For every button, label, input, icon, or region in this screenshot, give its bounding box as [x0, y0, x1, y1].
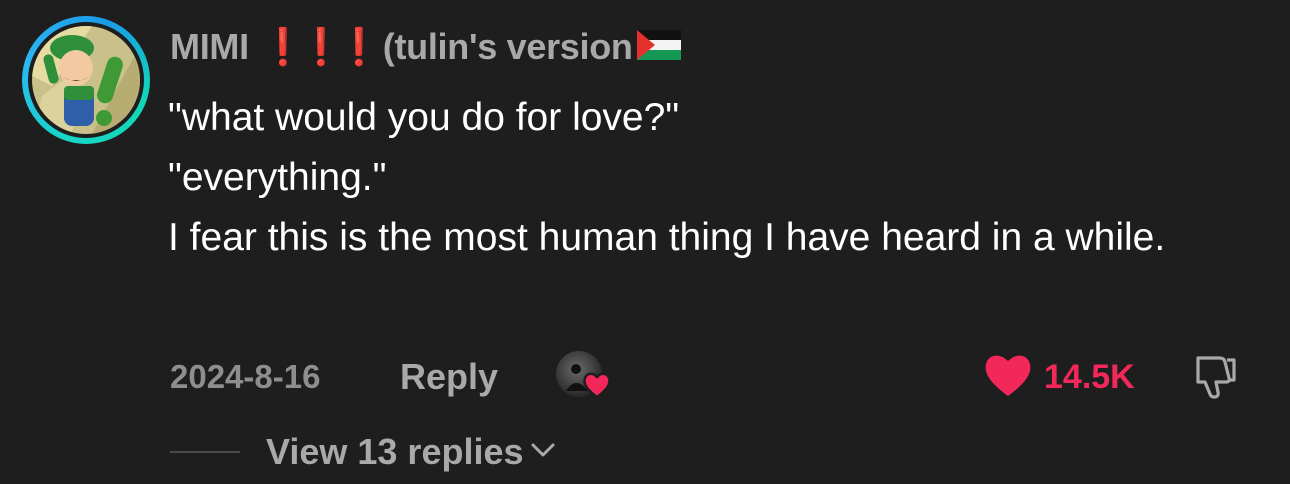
username-row: MIMI ❗ ❗ ❗ (tulin's version — [170, 24, 681, 70]
palestine-flag-icon — [636, 29, 681, 65]
exclamation-icon: ❗ — [260, 26, 306, 67]
chevron-down-icon[interactable] — [530, 441, 556, 464]
avatar-image — [32, 26, 140, 134]
author-avatar[interactable] — [22, 16, 150, 144]
comment-text: "what would you do for love?" "everythin… — [168, 88, 1268, 268]
username-suffix: (tulin's version — [382, 26, 633, 67]
creator-liked-badge — [556, 351, 616, 401]
comment-line: "what would you do for love?" — [168, 96, 680, 139]
avatar-gap — [28, 22, 144, 138]
replies-divider — [170, 451, 240, 453]
comment-date: 2024-8-16 — [170, 358, 321, 395]
heart-icon — [982, 352, 1034, 403]
view-replies-button[interactable]: View 13 replies — [266, 431, 524, 473]
exclamation-icon: ❗ — [298, 26, 344, 67]
view-replies-row: View 13 replies — [170, 426, 556, 478]
reply-button[interactable]: Reply — [400, 356, 498, 398]
comment-line: I fear this is the most human thing I ha… — [168, 216, 1166, 259]
username[interactable]: MIMI — [170, 26, 249, 68]
comment-actions: 2024-8-16 Reply 14.5K — [170, 350, 1260, 402]
creator-heart-icon — [582, 371, 612, 404]
dislike-button[interactable] — [1190, 352, 1240, 405]
comment-line: "everything." — [168, 156, 387, 199]
like-button[interactable]: 14.5K — [982, 352, 1135, 403]
like-count: 14.5K — [1044, 358, 1135, 396]
exclamation-icon: ❗ — [336, 26, 382, 67]
thumbs-down-icon — [1190, 356, 1240, 404]
